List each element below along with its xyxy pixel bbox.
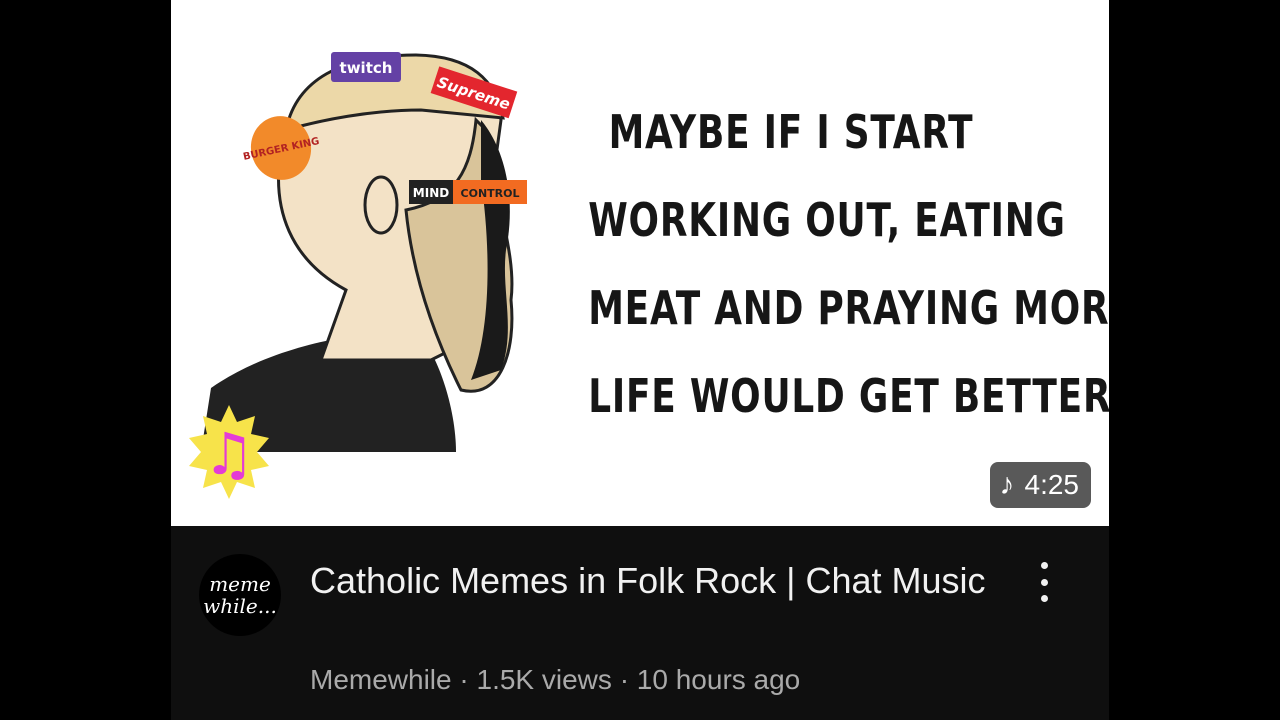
dot: [1040, 562, 1048, 569]
duration-text: 4:25: [1024, 469, 1080, 500]
avatar-text-line: while...: [203, 594, 277, 618]
video-metadata: Memewhile · 1.5K views · 10 hours ago: [310, 664, 800, 696]
more-options-icon[interactable]: [1029, 562, 1059, 602]
separator: ·: [459, 664, 469, 695]
video-details: meme while... Catholic Memes in Folk Roc…: [171, 526, 1109, 720]
music-note-icon: ♪: [999, 468, 1015, 501]
video-card[interactable]: twitch Supreme BURGER KING MIND CONTROL …: [171, 0, 1109, 720]
meme-line: MAYBE IF I START: [608, 105, 974, 159]
upload-age: 10 hours ago: [636, 664, 801, 695]
meme-line: MEAT AND PRAYING MORE: [588, 281, 1109, 335]
svg-text:♫: ♫: [203, 420, 255, 488]
duration-badge: ♪ 4:25: [989, 462, 1091, 508]
meme-caption: MAYBE IF I START WORKING OUT, EATING MEA…: [588, 88, 1109, 440]
video-title[interactable]: Catholic Memes in Folk Rock | Chat Music: [310, 556, 1010, 606]
dot: [1040, 578, 1048, 586]
view-count: 1.5K views: [476, 664, 612, 695]
meme-line: LIFE WOULD GET BETTER: [588, 369, 1109, 423]
channel-name[interactable]: Memewhile: [310, 664, 452, 695]
mind-control-logo: MIND CONTROL: [409, 180, 527, 204]
channel-avatar[interactable]: meme while...: [199, 554, 281, 636]
ear-shape: [363, 175, 399, 235]
svg-text:MIND: MIND: [413, 186, 449, 200]
dot: [1040, 595, 1048, 602]
svg-text:CONTROL: CONTROL: [461, 187, 520, 200]
separator: ·: [619, 664, 630, 695]
meme-line: WORKING OUT, EATING: [588, 193, 1066, 247]
avatar-text-line: meme: [209, 572, 271, 596]
twitch-logo: twitch: [331, 52, 401, 82]
video-thumbnail[interactable]: twitch Supreme BURGER KING MIND CONTROL …: [171, 0, 1109, 526]
svg-text:twitch: twitch: [340, 59, 393, 77]
